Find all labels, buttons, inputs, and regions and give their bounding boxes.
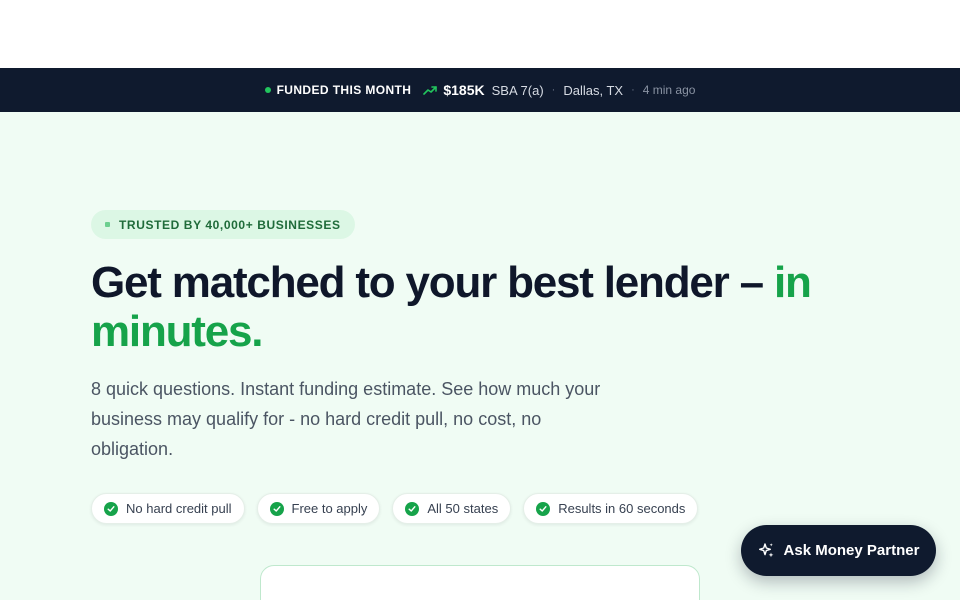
ask-money-partner-button[interactable]: Ask Money Partner: [741, 525, 936, 576]
badge-dot-icon: [105, 222, 110, 227]
benefit-chip: Results in 60 seconds: [523, 493, 699, 524]
ticker-amount: $185K: [443, 82, 485, 98]
ask-money-partner-label: Ask Money Partner: [783, 542, 920, 559]
ticker-program: SBA 7(a): [491, 82, 544, 98]
check-circle-icon: [405, 501, 420, 516]
ticker-time-ago: 4 min ago: [642, 83, 696, 97]
check-circle-icon: [269, 501, 284, 516]
funding-ticker: FUNDED THIS MONTH $185K SBA 7(a) · Dalla…: [0, 68, 960, 112]
questionnaire-card[interactable]: [260, 565, 700, 600]
benefit-chip: Free to apply: [256, 493, 381, 524]
benefit-chip-label: Results in 60 seconds: [558, 501, 686, 516]
benefit-chips: No hard credit pull Free to apply All 50…: [91, 493, 699, 524]
benefit-chip-label: All 50 states: [427, 501, 499, 516]
check-circle-icon: [104, 501, 118, 516]
trust-badge: TRUSTED BY 40,000+ BUSINESSES: [91, 210, 355, 239]
headline-main: Get matched to your best lender –: [91, 258, 774, 307]
trust-badge-text: TRUSTED BY 40,000+ BUSINESSES: [119, 217, 341, 232]
ticker-label: FUNDED THIS MONTH: [276, 83, 412, 97]
top-nav-area: [0, 0, 960, 68]
check-circle-icon: [536, 501, 551, 516]
live-dot-icon: [264, 87, 271, 93]
ticker-separator: ·: [551, 84, 556, 96]
benefit-chip: All 50 states: [392, 493, 512, 524]
trending-up-icon: [423, 85, 438, 95]
sparkles-icon: [758, 542, 775, 559]
page-title: Get matched to your best lender – in min…: [91, 258, 851, 356]
ticker-city: Dallas, TX: [563, 82, 624, 98]
benefit-chip-label: Free to apply: [291, 501, 368, 516]
benefit-chip-label: No hard credit pull: [126, 501, 232, 516]
ticker-separator: ·: [631, 84, 635, 96]
benefit-chip: No hard credit pull: [91, 493, 245, 524]
headline-period: .: [251, 307, 263, 356]
hero-subtext: 8 quick questions. Instant funding estim…: [91, 379, 601, 459]
